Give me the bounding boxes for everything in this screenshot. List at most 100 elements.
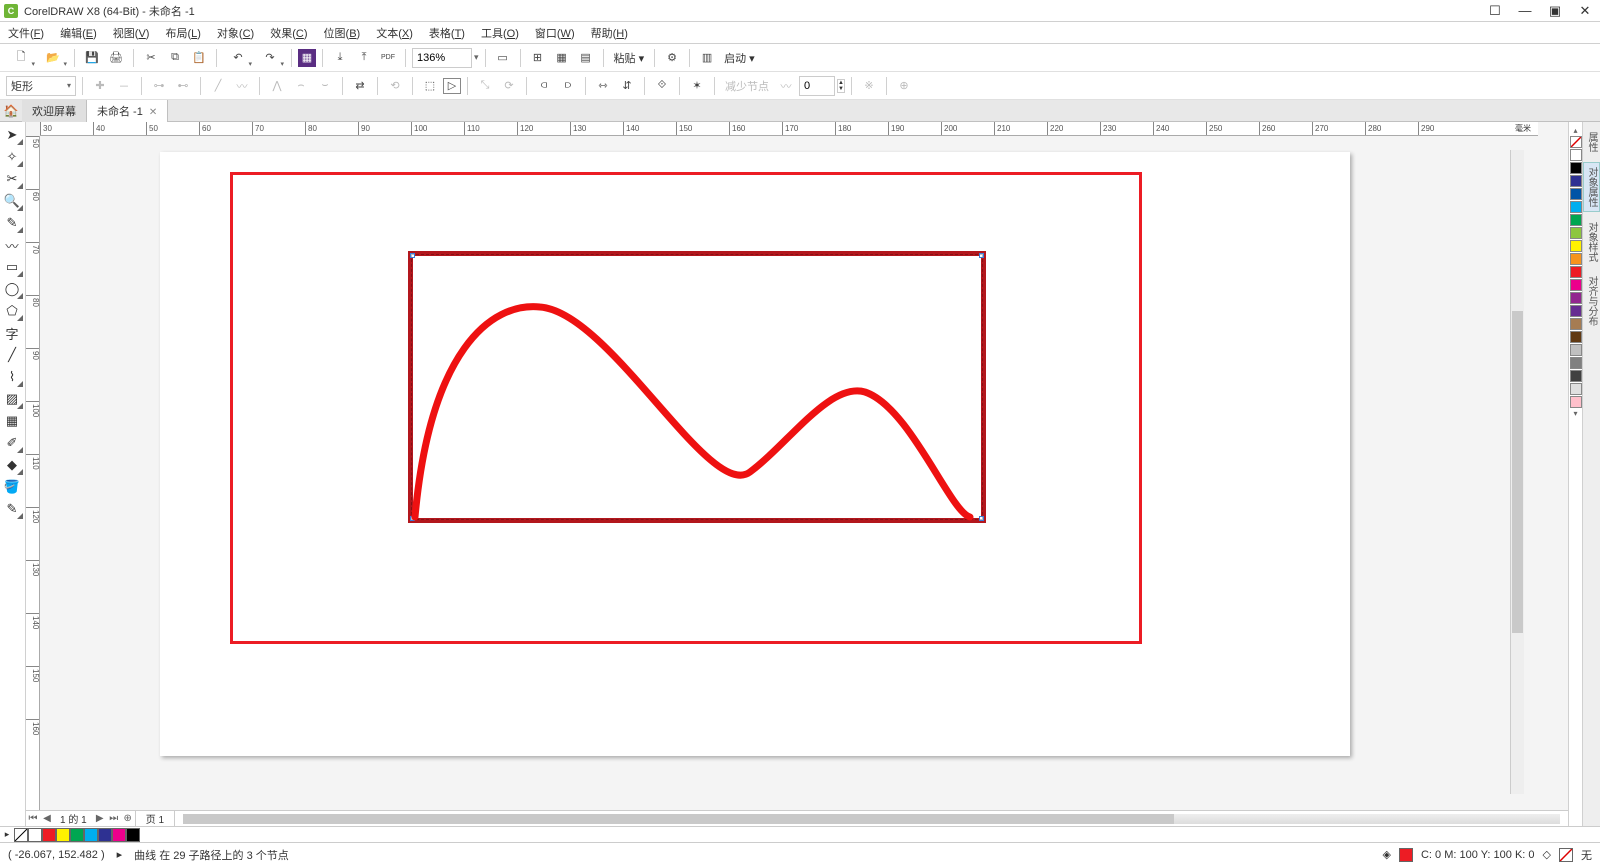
footer-color-swatch[interactable] (112, 828, 126, 842)
color-swatch[interactable] (1570, 188, 1582, 200)
menu-表格[interactable]: 表格(T) (421, 22, 473, 44)
ruler-vertical[interactable]: 5060708090100110120130140150160 (26, 136, 40, 810)
color-swatch[interactable] (1570, 370, 1582, 382)
prev-page-button[interactable]: ◀ (40, 813, 54, 824)
paste-button[interactable]: 📋 (188, 47, 210, 69)
pick-tool[interactable]: ➤ (0, 124, 24, 146)
drawing-canvas[interactable] (40, 136, 1538, 810)
outline-tool[interactable]: ✎ (0, 498, 24, 520)
shape-preset-dropdown[interactable]: 矩形▾ (6, 76, 76, 96)
snap-dropdown[interactable]: 粘贴 ▾ (610, 50, 649, 66)
show-grid-button[interactable]: ▦ (551, 47, 573, 69)
footer-color-swatch[interactable] (42, 828, 56, 842)
menu-对象[interactable]: 对象(C) (209, 22, 262, 44)
menu-工具[interactable]: 工具(O) (473, 22, 527, 44)
zoom-tool[interactable]: 🔍 (0, 190, 24, 212)
minimize-button[interactable]: — (1514, 3, 1536, 19)
shape-tool[interactable]: ✧ (0, 146, 24, 168)
color-swatch[interactable] (1570, 201, 1582, 213)
color-swatch[interactable] (1570, 149, 1582, 161)
options-button[interactable]: ⚙ (661, 47, 683, 69)
import-button[interactable]: ⤓ (329, 47, 351, 69)
vertical-scrollbar[interactable] (1510, 150, 1524, 794)
horizontal-scrollbar[interactable] (183, 814, 1560, 824)
publish-pdf-button[interactable] (377, 47, 399, 69)
add-node-button[interactable]: ✚ (89, 75, 111, 97)
color-swatch[interactable] (1570, 240, 1582, 252)
connector-tool[interactable]: ⌇ (0, 366, 24, 388)
to-curve-button[interactable]: 〰 (231, 75, 253, 97)
menu-编辑[interactable]: 编辑(E) (52, 22, 105, 44)
color-swatch[interactable] (1570, 175, 1582, 187)
reflect-nodes-h-button[interactable]: ⇿ (592, 75, 614, 97)
launch-dropdown[interactable]: 启动 ▾ (720, 50, 759, 66)
ellipse-tool[interactable]: ◯ (0, 278, 24, 300)
color-swatch[interactable] (1570, 318, 1582, 330)
color-swatch[interactable] (1570, 253, 1582, 265)
tab-welcome[interactable]: 欢迎屏幕 (22, 100, 87, 122)
fullscreen-preview-button[interactable]: ▭ (492, 47, 514, 69)
first-page-button[interactable]: ⏮ (26, 813, 40, 824)
print-button[interactable]: 🖨 (105, 47, 127, 69)
selection-handle[interactable] (979, 253, 984, 258)
rectangle-tool[interactable]: ▭ (0, 256, 24, 278)
add-page-button[interactable]: ⊕ (121, 813, 135, 824)
color-swatch[interactable] (1570, 227, 1582, 239)
color-swatch[interactable] (1570, 331, 1582, 343)
fill-indicator-icon[interactable]: ◈ (1383, 848, 1391, 861)
home-icon[interactable]: 🏠 (0, 104, 22, 118)
copy-button[interactable]: ⧉ (164, 47, 186, 69)
search-content-button[interactable]: ▦ (298, 49, 316, 67)
ruler-horizontal[interactable]: 3040506070809010011012013014015016017018… (40, 122, 1518, 136)
smoothness-stepper[interactable]: ▲▼ (837, 79, 845, 93)
palette-down-arrow[interactable]: ▾ (1570, 409, 1582, 419)
palette-left-arrow[interactable]: ▸ (0, 829, 14, 840)
color-swatch[interactable] (1570, 383, 1582, 395)
align-nodes-v-button[interactable]: ⫐ (557, 75, 579, 97)
select-all-nodes-button[interactable]: ✶ (686, 75, 708, 97)
save-button[interactable]: 💾 (81, 47, 103, 69)
footer-color-swatch[interactable] (84, 828, 98, 842)
bounding-box-button[interactable]: ※ (858, 75, 880, 97)
reflect-nodes-v-button[interactable]: ⇵ (616, 75, 638, 97)
footer-color-swatch[interactable] (126, 828, 140, 842)
menu-文本[interactable]: 文本(X) (368, 22, 421, 44)
tab-document[interactable]: 未命名 -1✕ (87, 100, 168, 122)
menu-效果[interactable]: 效果(C) (262, 22, 315, 44)
docker-tab[interactable]: 对象样式 (1584, 218, 1599, 266)
show-rulers-button[interactable]: ⊞ (527, 47, 549, 69)
menu-帮助[interactable]: 帮助(H) (583, 22, 636, 44)
docker-tab[interactable]: 属性 (1584, 128, 1599, 156)
color-swatch[interactable] (1570, 292, 1582, 304)
redo-button[interactable]: ↷ (255, 47, 285, 69)
footer-color-swatch[interactable] (98, 828, 112, 842)
footer-color-swatch[interactable] (28, 828, 42, 842)
no-fill-swatch[interactable] (14, 828, 28, 842)
close-curve-button[interactable]: ▷ (443, 78, 461, 94)
outline-indicator-icon[interactable]: ◇ (1543, 848, 1551, 861)
docker-tab[interactable]: 对象属性 (1583, 162, 1600, 212)
color-swatch[interactable] (1570, 344, 1582, 356)
crop-tool[interactable]: ✂ (0, 168, 24, 190)
artistic-media-tool[interactable]: 〰 (0, 234, 24, 256)
freehand-tool[interactable]: ✎ (0, 212, 24, 234)
feedback-icon[interactable]: ☐ (1484, 3, 1506, 19)
export-button[interactable]: ⤒ (353, 47, 375, 69)
next-page-button[interactable]: ▶ (93, 813, 107, 824)
color-swatch[interactable] (1570, 162, 1582, 174)
color-swatch[interactable] (1570, 357, 1582, 369)
cut-button[interactable]: ✂ (140, 47, 162, 69)
menu-布局[interactable]: 布局(L) (157, 22, 208, 44)
extend-curve-button[interactable]: ⟲ (384, 75, 406, 97)
rotate-nodes-button[interactable]: ⟳ (498, 75, 520, 97)
menu-位图[interactable]: 位图(B) (316, 22, 369, 44)
color-swatch[interactable] (1570, 266, 1582, 278)
transparency-tool[interactable]: ▦ (0, 410, 24, 432)
smooth-node-button[interactable]: ⌢ (290, 75, 312, 97)
footer-color-swatch[interactable] (70, 828, 84, 842)
menu-窗口[interactable]: 窗口(W) (527, 22, 583, 44)
selection-handle[interactable] (410, 253, 415, 258)
last-page-button[interactable]: ⏭ (107, 813, 121, 824)
footer-color-swatch[interactable] (56, 828, 70, 842)
fill-swatch[interactable] (1399, 848, 1413, 862)
